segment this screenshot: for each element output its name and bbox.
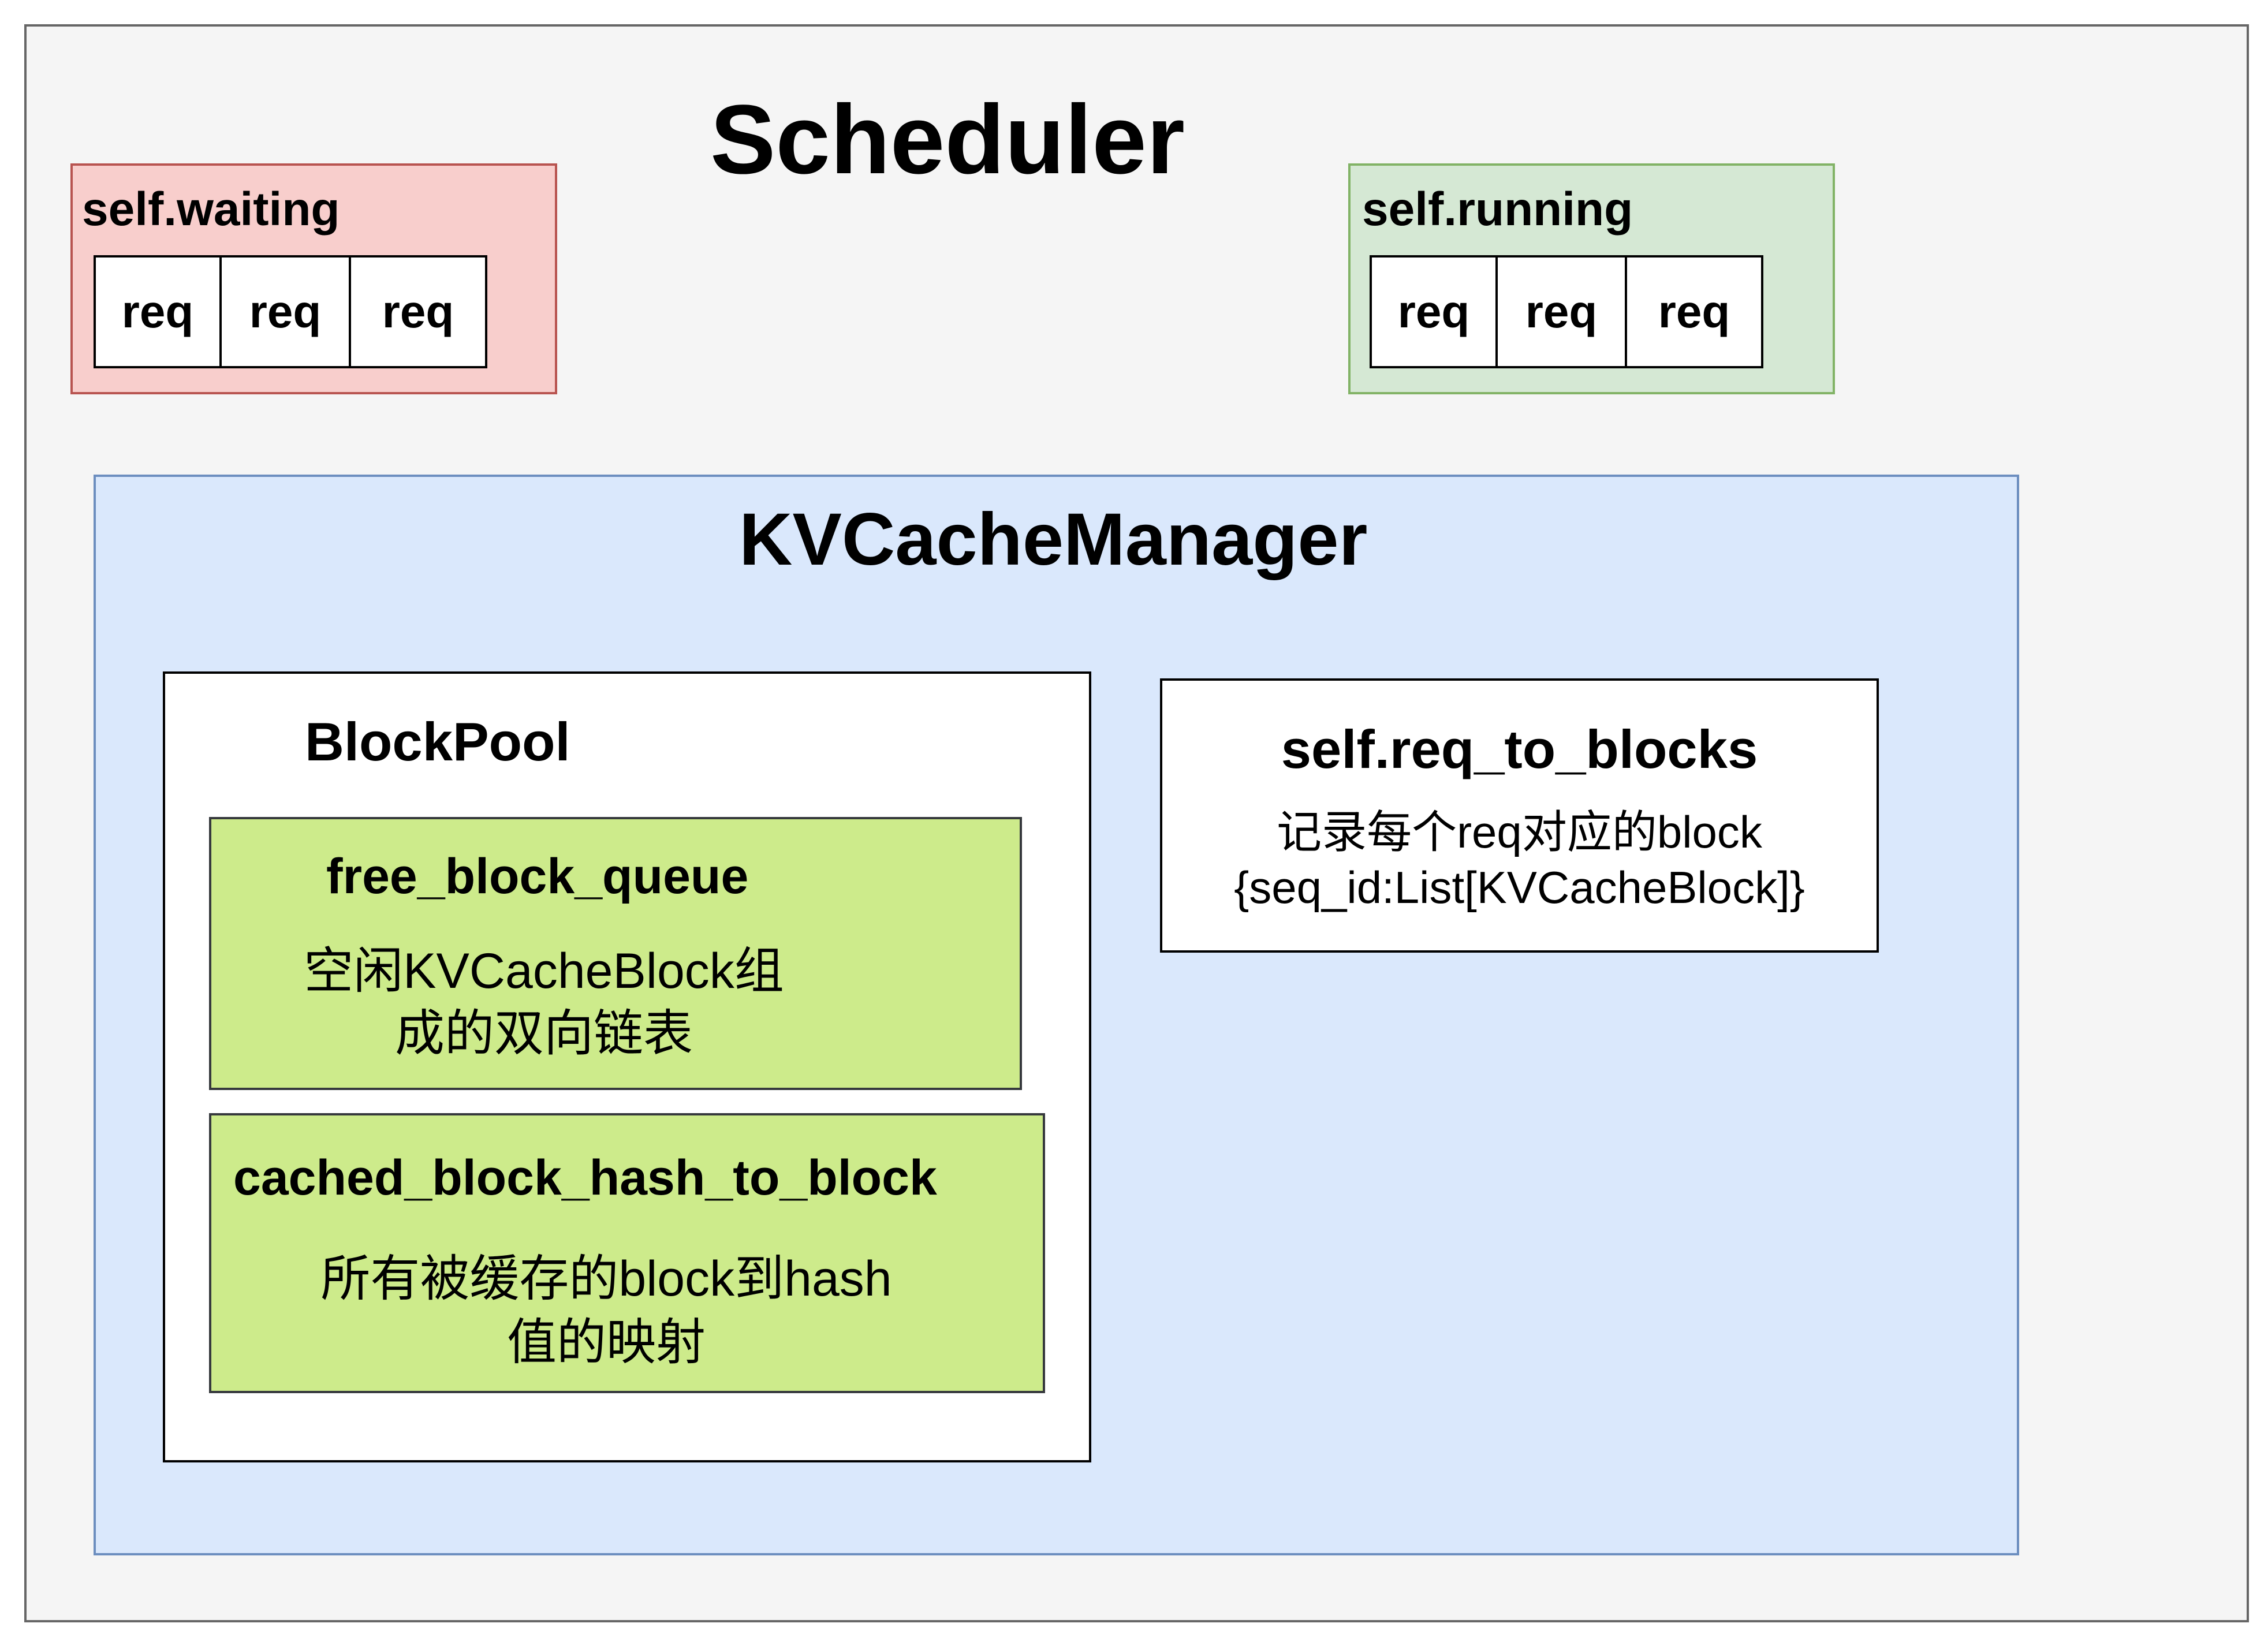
cached-block-hash-desc-line: 值的映射 xyxy=(507,1315,706,1370)
scheduler-title: Scheduler xyxy=(710,85,1185,195)
free-block-queue-desc-line: 成的双向链表 xyxy=(395,1006,693,1061)
req-to-blocks-description: 记录每个req对应的block {seq_id:List[KVCacheBloc… xyxy=(1160,804,1879,915)
req-to-blocks-title: self.req_to_blocks xyxy=(1281,719,1758,779)
waiting-queue-label: self.waiting xyxy=(82,183,340,236)
waiting-req-cell: req xyxy=(349,255,487,368)
running-queue-label: self.running xyxy=(1362,183,1633,236)
cached-block-hash-desc-line: 所有被缓存的block到hash xyxy=(320,1251,892,1307)
free-block-queue-desc-line: 空闲KVCacheBlock组 xyxy=(304,943,784,999)
waiting-req-cell: req xyxy=(219,255,351,368)
kv-cache-manager-title: KVCacheManager xyxy=(739,498,1368,581)
free-block-queue-description: 空闲KVCacheBlock组 成的双向链表 xyxy=(209,940,879,1065)
running-req-cell: req xyxy=(1370,255,1498,368)
running-req-cell: req xyxy=(1625,255,1763,368)
req-to-blocks-desc-line: {seq_id:List[KVCacheBlock]} xyxy=(1234,862,1805,913)
req-to-blocks-desc-line: 记录每个req对应的block xyxy=(1277,807,1762,857)
block-pool-title: BlockPool xyxy=(305,711,570,772)
cached-block-hash-description: 所有被缓存的block到hash 值的映射 xyxy=(271,1247,941,1374)
free-block-queue-title: free_block_queue xyxy=(326,849,749,904)
cached-block-hash-title: cached_block_hash_to_block xyxy=(233,1150,937,1206)
waiting-req-cell: req xyxy=(94,255,222,368)
running-req-cell: req xyxy=(1495,255,1627,368)
